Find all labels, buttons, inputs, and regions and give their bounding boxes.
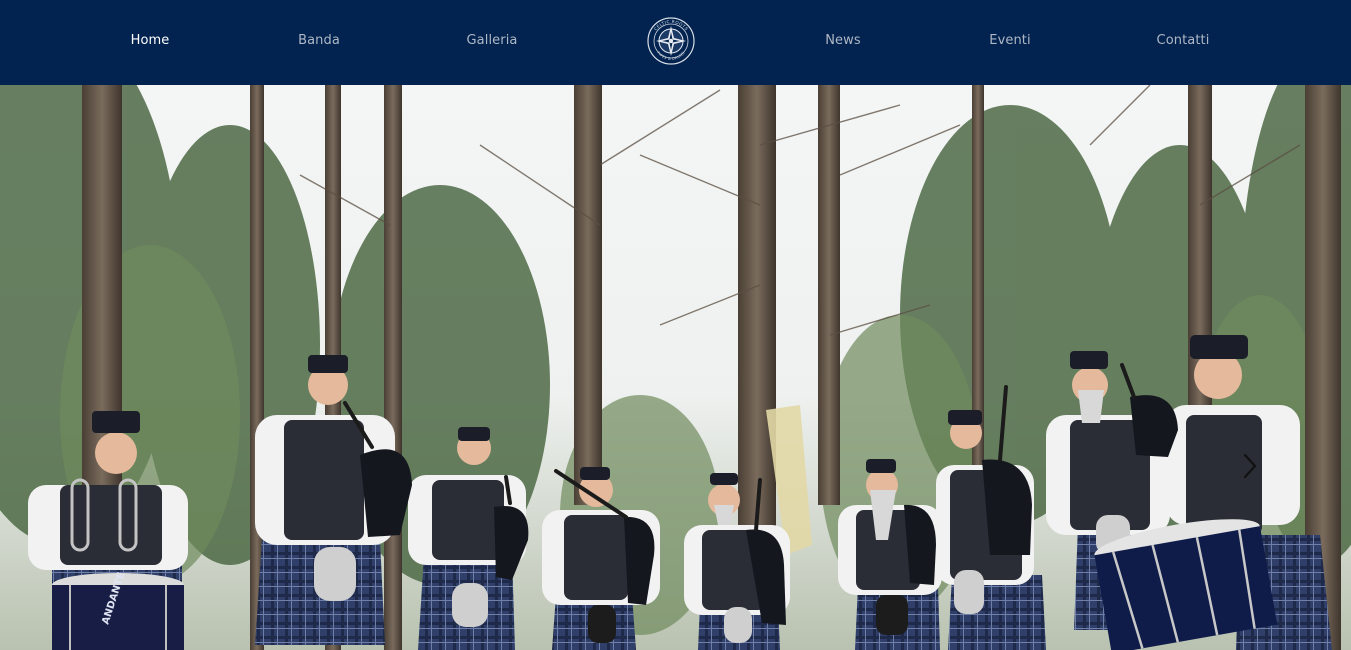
hero-slider: ANDANTE	[0, 85, 1351, 650]
nav-contatti-link[interactable]: Contatti	[1157, 32, 1210, 50]
nav-eventi-link[interactable]: Eventi	[989, 32, 1030, 50]
compass-logo-icon: CELTIC ROOTS PIPES & DRUMS	[647, 17, 695, 65]
slider-next-button[interactable]	[1238, 450, 1262, 482]
band-logo[interactable]: CELTIC ROOTS PIPES & DRUMS	[646, 16, 696, 66]
nav-galleria-link[interactable]: Galleria	[467, 32, 518, 50]
top-navbar: Home Banda Galleria CELTIC ROOTS PIPES &…	[0, 0, 1351, 85]
nav-news-link[interactable]: News	[825, 32, 861, 50]
nav-home-link[interactable]: Home	[131, 32, 170, 50]
chevron-right-icon	[1243, 453, 1257, 479]
nav-banda-link[interactable]: Banda	[298, 32, 340, 50]
pipe-band-in-forest-photo: ANDANTE	[0, 85, 1351, 650]
